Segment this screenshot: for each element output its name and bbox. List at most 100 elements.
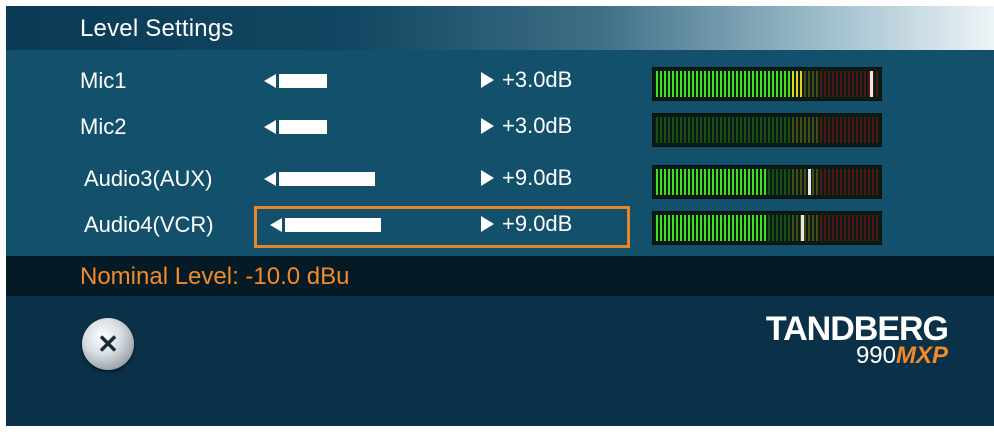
meter-segment [680, 71, 682, 97]
meter-segment [816, 117, 818, 143]
meter-segment [716, 117, 718, 143]
meter-segment [816, 169, 818, 195]
meter-segment [788, 215, 790, 241]
meter-segment [660, 169, 662, 195]
meter-segment [840, 117, 842, 143]
meter-segment [876, 117, 878, 143]
close-icon: ✕ [97, 328, 119, 359]
meter-segment [672, 215, 674, 241]
status-bar: Nominal Level: -10.0 dBu [6, 256, 994, 296]
meter-segment [684, 169, 686, 195]
meter-peak-marker [801, 215, 804, 241]
row-label: Audio3(AUX) [84, 166, 213, 191]
meter-segment [680, 215, 682, 241]
meter-segment [716, 215, 718, 241]
meter-segment [772, 215, 774, 241]
level-settings-dialog: Level Settings Mic1 +3.0dB Mic2 +3.0dB A… [6, 6, 994, 426]
meter-segment [804, 117, 806, 143]
meter-segment [672, 117, 674, 143]
close-button[interactable]: ✕ [82, 318, 134, 370]
meter-segment [716, 169, 718, 195]
meter-segment [864, 71, 866, 97]
meter-segment [760, 71, 762, 97]
meter-segment [664, 215, 666, 241]
meter-segment [780, 71, 782, 97]
meter-segment [860, 117, 862, 143]
arrow-left-icon[interactable] [264, 172, 276, 186]
meter-segment [864, 215, 866, 241]
meter-segment [760, 215, 762, 241]
meter-segment [660, 71, 662, 97]
level-value: +3.0dB [481, 67, 572, 93]
meter-segment [692, 117, 694, 143]
meter-segment [752, 215, 754, 241]
meter-segment [668, 215, 670, 241]
meter-segment [820, 169, 822, 195]
meter-segment [672, 71, 674, 97]
meter-segment [756, 215, 758, 241]
meter-segment [792, 215, 794, 241]
selection-highlight [254, 206, 630, 248]
meter-segment [828, 71, 830, 97]
meter-segment [768, 71, 770, 97]
meter-segment [684, 215, 686, 241]
meter-segment [728, 117, 730, 143]
meter-segment [860, 169, 862, 195]
arrow-left-icon[interactable] [264, 120, 276, 134]
meter-segment [800, 169, 802, 195]
arrow-right-icon[interactable] [481, 117, 494, 134]
meter-segment [768, 169, 770, 195]
arrow-right-icon[interactable] [481, 71, 494, 88]
meter-segment [660, 215, 662, 241]
meter-segment [864, 169, 866, 195]
level-slider[interactable] [264, 71, 334, 91]
meter-segment [668, 117, 670, 143]
meter-segment [736, 215, 738, 241]
meter-segment [732, 169, 734, 195]
meter-segment [824, 215, 826, 241]
meter-segment [728, 215, 730, 241]
meter-segment [740, 215, 742, 241]
meter-segment [704, 117, 706, 143]
meter-peak-marker [808, 169, 811, 195]
meter-segment [664, 71, 666, 97]
meter-segment [688, 71, 690, 97]
meter-segment [748, 169, 750, 195]
level-row-mic2[interactable]: Mic2 +3.0dB [6, 104, 994, 150]
meter-segment [732, 71, 734, 97]
level-slider[interactable] [264, 169, 384, 189]
meter-segment [724, 169, 726, 195]
level-row-audio3[interactable]: Audio3(AUX) +9.0dB [6, 156, 994, 202]
meter-segment [832, 215, 834, 241]
meter-segment [820, 71, 822, 97]
meter-segment [784, 71, 786, 97]
meter-segment [820, 117, 822, 143]
meter-segment [700, 71, 702, 97]
level-slider[interactable] [264, 117, 334, 137]
meter-segment [780, 169, 782, 195]
meter-segment [852, 117, 854, 143]
arrow-right-icon[interactable] [481, 169, 494, 186]
meter-segment [704, 215, 706, 241]
meter-segment [824, 169, 826, 195]
meter-segment [776, 169, 778, 195]
meter-segment [724, 71, 726, 97]
meter-segment [840, 71, 842, 97]
arrow-left-icon[interactable] [264, 74, 276, 88]
meter-segment [720, 71, 722, 97]
meter-segment [852, 169, 854, 195]
meter-segment [696, 169, 698, 195]
meter-segment [768, 117, 770, 143]
meter-segment [700, 117, 702, 143]
audio-meter [652, 165, 882, 199]
meter-segment [736, 71, 738, 97]
meter-segment [768, 215, 770, 241]
meter-segment [848, 71, 850, 97]
meter-segment [868, 215, 870, 241]
level-row-mic1[interactable]: Mic1 +3.0dB [6, 58, 994, 104]
meter-segment [816, 215, 818, 241]
meter-segment [812, 117, 814, 143]
meter-segment [876, 169, 878, 195]
meter-segment [844, 169, 846, 195]
meter-segment [696, 71, 698, 97]
